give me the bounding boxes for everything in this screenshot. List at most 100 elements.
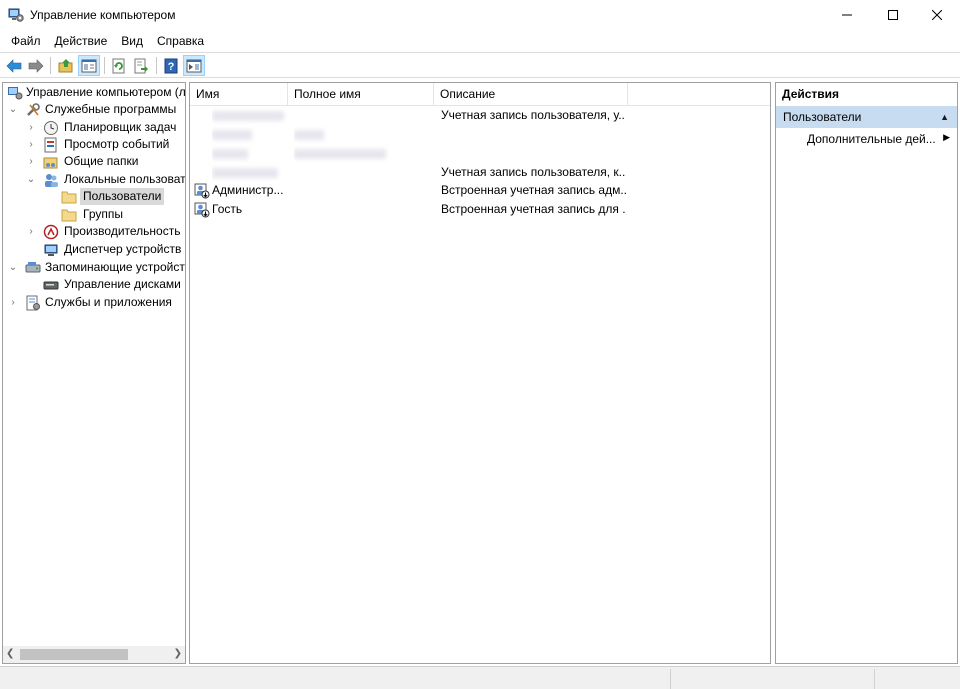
refresh-button[interactable] bbox=[108, 55, 130, 76]
status-bar bbox=[0, 666, 960, 689]
tree-label: Планировщик задач bbox=[64, 120, 177, 134]
redacted-name bbox=[212, 106, 288, 127]
menu-view[interactable]: Вид bbox=[114, 31, 150, 51]
forward-button[interactable] bbox=[25, 55, 47, 76]
window-title: Управление компьютером bbox=[30, 8, 176, 22]
tree-label: Управление компьютером (л bbox=[26, 85, 186, 99]
folder-icon bbox=[61, 209, 77, 222]
menu-help[interactable]: Справка bbox=[150, 31, 211, 51]
shared-folder-icon bbox=[43, 157, 58, 169]
toolbar-separator bbox=[104, 57, 105, 74]
user-disabled-icon bbox=[194, 183, 210, 199]
svg-text:?: ? bbox=[168, 61, 175, 73]
tree-horizontal-scrollbar[interactable]: ❮ ❯ bbox=[3, 646, 185, 663]
show-hide-action-pane-button[interactable] bbox=[183, 55, 205, 76]
performance-icon bbox=[43, 224, 59, 240]
actions-section-users[interactable]: Пользователи ▲ bbox=[776, 106, 957, 128]
chevron-down-icon[interactable]: ⌄ bbox=[7, 101, 19, 118]
tree-label: Диспетчер устройств bbox=[64, 242, 182, 256]
redacted-name bbox=[212, 125, 288, 146]
tree-label: Общие папки bbox=[64, 154, 139, 168]
actions-title: Действия bbox=[782, 87, 840, 101]
close-button[interactable] bbox=[914, 0, 960, 30]
chevron-right-icon[interactable]: › bbox=[25, 119, 37, 136]
folder-icon bbox=[61, 191, 77, 204]
column-header-description[interactable]: Описание bbox=[434, 83, 628, 105]
toolbar-separator bbox=[156, 57, 157, 74]
console-tree: Управление компьютером (л ⌄ Служебные пр… bbox=[2, 82, 186, 664]
chevron-down-icon[interactable]: ⌄ bbox=[7, 259, 19, 276]
table-row[interactable] bbox=[190, 144, 770, 163]
column-header-name[interactable]: Имя bbox=[190, 83, 288, 105]
show-hide-action-pane-icon bbox=[186, 59, 202, 72]
scroll-left-icon[interactable]: ❮ bbox=[6, 648, 14, 659]
close-icon bbox=[932, 10, 942, 20]
table-row[interactable]: Гость Встроенная учетная запись для ... bbox=[190, 200, 770, 219]
name-cell: Гость bbox=[212, 202, 243, 216]
table-row[interactable] bbox=[190, 125, 770, 144]
section-label: Пользователи bbox=[783, 110, 862, 124]
chevron-right-icon[interactable]: › bbox=[7, 294, 19, 311]
up-level-button[interactable] bbox=[55, 55, 77, 76]
disk-management-icon bbox=[43, 281, 59, 290]
maximize-button[interactable] bbox=[870, 0, 916, 30]
tree-label: Производительность bbox=[64, 224, 181, 238]
table-row[interactable]: Администр... Встроенная учетная запись а… bbox=[190, 181, 770, 200]
users-icon bbox=[45, 174, 58, 187]
redacted-name bbox=[212, 144, 288, 165]
tree-label: Служебные программы bbox=[45, 102, 177, 116]
minimize-button[interactable] bbox=[824, 0, 870, 30]
table-row[interactable]: Учетная запись пользователя, к... bbox=[190, 163, 770, 182]
event-viewer-icon bbox=[44, 137, 57, 153]
tree-label: Запоминающие устройст bbox=[45, 260, 185, 274]
description-cell: Учетная запись пользователя, к... bbox=[441, 165, 626, 179]
show-hide-tree-icon bbox=[81, 59, 97, 72]
tree-label: Группы bbox=[83, 207, 123, 221]
tools-icon bbox=[27, 103, 40, 116]
tree-label: Пользователи bbox=[80, 188, 165, 205]
chevron-right-icon[interactable]: › bbox=[25, 136, 37, 153]
scroll-thumb[interactable] bbox=[20, 649, 128, 660]
title-bar: Управление компьютером bbox=[0, 0, 960, 31]
show-hide-tree-button[interactable] bbox=[78, 55, 100, 76]
back-button[interactable] bbox=[3, 55, 25, 76]
toolbar-separator bbox=[50, 57, 51, 74]
tree-label: Службы и приложения bbox=[45, 295, 172, 309]
help-button[interactable]: ? bbox=[160, 55, 182, 76]
more-actions-item[interactable]: Дополнительные дей... bbox=[807, 131, 936, 148]
table-row[interactable]: Учетная запись пользователя, у... bbox=[190, 106, 770, 125]
description-cell: Встроенная учетная запись для ... bbox=[441, 202, 626, 216]
description-cell: Учетная запись пользователя, у... bbox=[441, 108, 626, 122]
tree-label: Просмотр событий bbox=[64, 137, 170, 151]
user-disabled-icon bbox=[194, 202, 210, 218]
up-folder-icon bbox=[58, 58, 73, 72]
export-list-icon bbox=[134, 58, 148, 73]
description-cell: Встроенная учетная запись адм... bbox=[441, 183, 626, 197]
help-icon: ? bbox=[164, 58, 178, 73]
menu-action[interactable]: Действие bbox=[48, 31, 115, 51]
status-divider bbox=[670, 669, 671, 689]
computer-management-icon bbox=[8, 87, 23, 100]
tree-label: Локальные пользовате bbox=[64, 172, 186, 186]
redacted-fullname bbox=[294, 125, 434, 146]
menu-file[interactable]: Файл bbox=[4, 31, 48, 51]
name-cell: Администр... bbox=[212, 183, 284, 197]
storage-icon bbox=[25, 262, 41, 273]
chevron-right-icon[interactable]: › bbox=[25, 223, 37, 240]
computer-management-icon bbox=[8, 8, 24, 22]
menu-bar: Файл Действие Вид Справка bbox=[0, 31, 960, 51]
maximize-icon bbox=[888, 10, 898, 20]
clock-icon bbox=[44, 121, 58, 135]
redacted-fullname bbox=[294, 144, 434, 165]
collapse-up-icon[interactable]: ▲ bbox=[940, 106, 949, 128]
chevron-right-icon[interactable]: › bbox=[25, 153, 37, 170]
device-manager-icon bbox=[44, 244, 58, 256]
chevron-down-icon[interactable]: ⌄ bbox=[25, 171, 37, 188]
export-list-button[interactable] bbox=[130, 55, 152, 76]
forward-arrow-icon bbox=[28, 58, 44, 73]
column-header-fullname[interactable]: Полное имя bbox=[288, 83, 434, 105]
scroll-right-icon[interactable]: ❯ bbox=[174, 648, 182, 659]
toolbar: ? bbox=[0, 52, 960, 78]
submenu-arrow-icon[interactable]: ▶ bbox=[943, 132, 950, 143]
back-arrow-icon bbox=[6, 58, 22, 73]
